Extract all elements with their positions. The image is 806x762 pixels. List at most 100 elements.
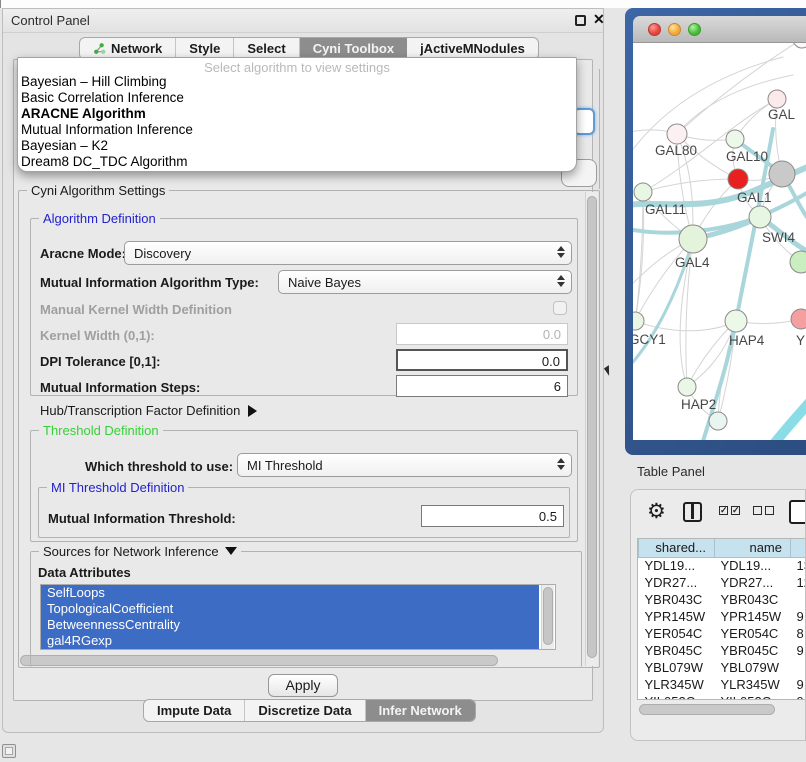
network-node[interactable] [769, 161, 795, 187]
bottom-tab-impute-data[interactable]: Impute Data [144, 700, 245, 721]
zoom-traffic-light-icon[interactable] [688, 23, 701, 36]
mi-type-label: Mutual Information Algorithm Type: [40, 275, 259, 290]
network-node-gcy1[interactable] [633, 312, 644, 330]
network-node-y[interactable] [791, 309, 806, 329]
table-row[interactable]: YBR043CYBR043C [639, 591, 806, 608]
network-node-gal[interactable] [768, 90, 786, 108]
mi-threshold-field[interactable]: 0.5 [421, 505, 564, 527]
minimized-panel-icon[interactable] [2, 744, 16, 758]
attribute-item-selected[interactable]: TopologicalCoefficient [41, 601, 539, 617]
table-cell [791, 591, 806, 608]
attributes-scrollbar[interactable] [541, 585, 554, 649]
mi-steps-field[interactable]: 6 [396, 375, 568, 397]
hub-definition-label: Hub/Transcription Factor Definition [40, 403, 240, 418]
table-row[interactable]: YDR27...YDR27...12 [639, 574, 806, 591]
table-row[interactable]: YLR345WYLR345W9. [639, 676, 806, 693]
which-threshold-select[interactable]: MI Threshold [237, 453, 572, 477]
tab-select[interactable]: Select [234, 38, 299, 59]
network-icon [93, 42, 106, 55]
unchecked-pair-icon[interactable] [753, 506, 774, 515]
table-body[interactable]: YDL19...YDL19...13YDR27...YDR27...12YBR0… [639, 557, 806, 700]
mi-type-select[interactable]: Naive Bayes [278, 270, 572, 294]
algorithm-option[interactable]: Dream8 DC_TDC Algorithm [18, 154, 576, 170]
network-window-titlebar[interactable] [633, 16, 806, 43]
table-header[interactable]: shared...nameA [639, 539, 806, 557]
network-node-hap2[interactable] [678, 378, 696, 396]
table-row[interactable]: YIL052CYIL052C9 [639, 693, 806, 700]
table-panel: ⚙ ✓✓ shared...nameA YDL19...YDL19...13YD… [630, 489, 806, 741]
table-row[interactable]: YDL19...YDL19...13 [639, 557, 806, 574]
close-traffic-light-icon[interactable] [648, 23, 661, 36]
table-cell: YDR27... [715, 574, 791, 591]
network-node-gal80[interactable] [667, 124, 687, 144]
bottom-tab-discretize-data[interactable]: Discretize Data [245, 700, 365, 721]
apply-button[interactable]: Apply [268, 674, 338, 697]
checked-pair-icon[interactable]: ✓✓ [719, 506, 740, 515]
table-hscroll-thumb[interactable] [639, 704, 775, 715]
columns-icon[interactable] [683, 502, 702, 522]
mi-type-value: Naive Bayes [288, 275, 361, 290]
table-cell: YDL19... [715, 557, 791, 574]
network-node-hap4[interactable] [725, 310, 747, 332]
node-label: GAL10 [726, 149, 768, 164]
table-row[interactable]: YPR145WYPR145W9. [639, 608, 806, 625]
kernel-width-field[interactable]: 0.0 [396, 323, 568, 345]
tab-cyni-toolbox[interactable]: Cyni Toolbox [300, 38, 407, 59]
node-table[interactable]: shared...nameA YDL19...YDL19...13YDR27..… [637, 538, 806, 700]
tab-network[interactable]: Network [80, 38, 176, 59]
table-cell: YBL079W [715, 659, 791, 676]
table-cell: YDL19... [639, 557, 715, 574]
which-threshold-label: Which threshold to use: [85, 459, 233, 474]
tab-label: Style [189, 41, 220, 56]
table-row[interactable]: YBL079WYBL079W [639, 659, 806, 676]
algorithm-option[interactable]: Bayesian – K2 [18, 138, 576, 154]
network-canvas[interactable]: GALGAL80GAL10GAL1GAL11SWI4GAL4GCY1HAP4YH… [633, 43, 806, 440]
attribute-item-selected[interactable]: BetweennessCentrality [41, 617, 539, 633]
gear-icon[interactable]: ⚙ [647, 500, 666, 524]
attributes-scroll-thumb[interactable] [543, 587, 553, 645]
table-cell [791, 659, 806, 676]
minimize-traffic-light-icon[interactable] [668, 23, 681, 36]
table-row[interactable]: YBR045CYBR045C9. [639, 642, 806, 659]
network-node-gal11[interactable] [634, 183, 652, 201]
network-edge-highlight [745, 385, 806, 440]
network-node-gal4[interactable] [679, 225, 707, 253]
manual-kernel-checkbox[interactable] [553, 301, 567, 315]
attribute-item-selected[interactable]: gal4RGexp [41, 633, 539, 649]
network-node[interactable] [790, 251, 806, 273]
hub-definition-toggle[interactable]: Hub/Transcription Factor Definition [40, 403, 257, 418]
top-strip [0, 0, 806, 8]
data-attributes-list[interactable]: SelfLoopsTopologicalCoefficientBetweenne… [40, 584, 556, 650]
algorithm-option[interactable]: Bayesian – Hill Climbing [18, 74, 576, 90]
table-cell: YER054C [715, 625, 791, 642]
dpi-tolerance-field[interactable]: 0.0 [396, 349, 568, 371]
manual-kernel-label: Manual Kernel Width Definition [40, 302, 232, 317]
attribute-item-selected[interactable]: SelfLoops [41, 585, 539, 601]
algorithm-option[interactable]: Mutual Information Inference [18, 122, 576, 138]
network-node-gal1[interactable] [728, 169, 748, 189]
column-header[interactable]: shared... [639, 539, 715, 557]
settings-vertical-scrollbar[interactable] [585, 192, 598, 666]
algorithm-option[interactable]: ARACNE Algorithm [18, 106, 576, 122]
table-row[interactable]: YER054CYER054C8. [639, 625, 806, 642]
network-node-gal10[interactable] [726, 130, 744, 148]
settings-vscroll-thumb[interactable] [587, 196, 597, 658]
tab-label: Network [111, 41, 162, 56]
mi-threshold-group-title: MI Threshold Definition [47, 480, 188, 495]
node-label: Y [796, 333, 805, 348]
tab-style[interactable]: Style [176, 38, 234, 59]
column-header[interactable]: A [791, 539, 806, 557]
algorithm-option[interactable]: Basic Correlation Inference [18, 90, 576, 106]
close-icon[interactable]: ✕ [593, 11, 605, 28]
network-edge [635, 239, 693, 321]
network-node-swi4[interactable] [749, 206, 771, 228]
network-node[interactable] [793, 43, 806, 48]
network-node[interactable] [709, 412, 727, 430]
aracne-mode-select[interactable]: Discovery [124, 241, 572, 265]
tab-jactivemnodules[interactable]: jActiveMNodules [407, 38, 538, 59]
table-cell: YIL052C [639, 693, 715, 700]
float-window-icon[interactable] [575, 15, 586, 26]
page-icon[interactable] [789, 500, 806, 524]
column-header[interactable]: name [715, 539, 791, 557]
bottom-tab-infer-network[interactable]: Infer Network [366, 700, 475, 721]
